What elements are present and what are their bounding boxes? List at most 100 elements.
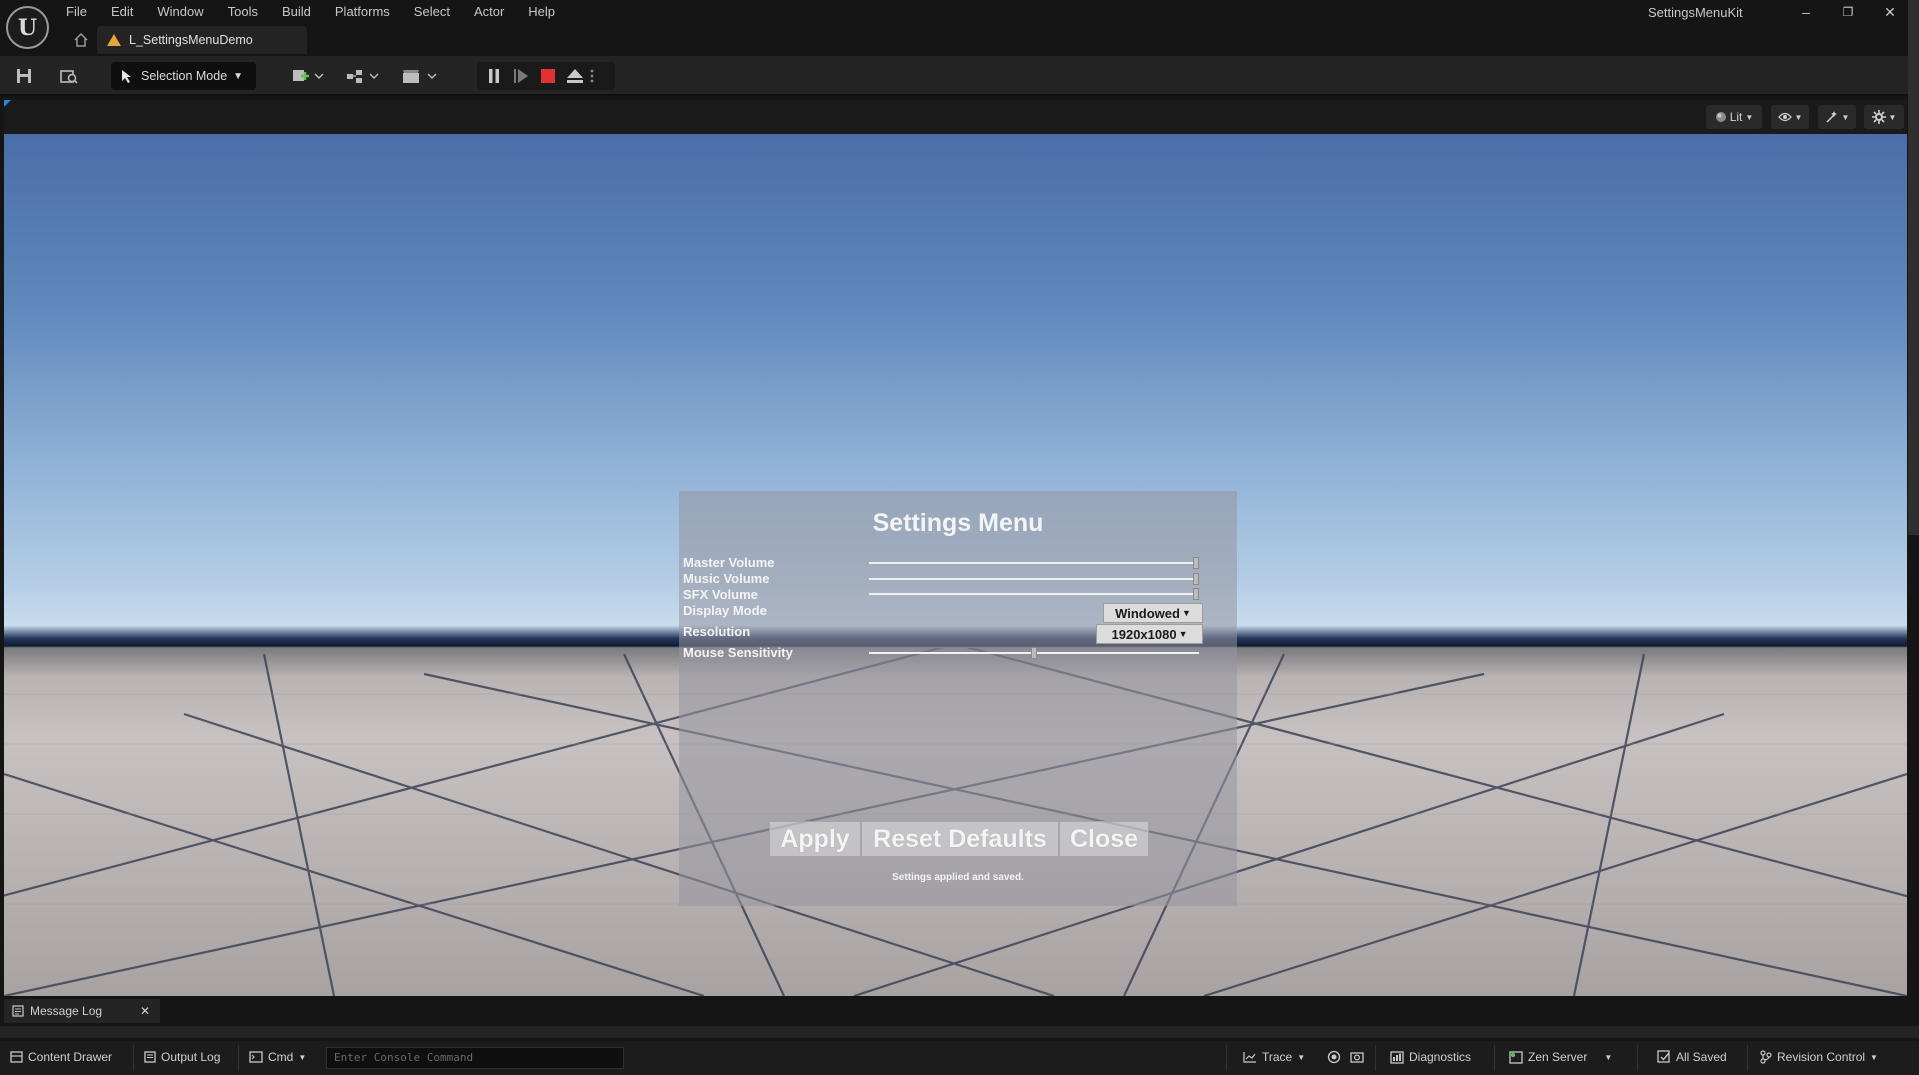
chevron-down-icon: ▼ — [298, 1052, 307, 1062]
diagnostics-button[interactable]: Diagnostics — [1390, 1050, 1471, 1064]
content-drawer-label: Content Drawer — [28, 1050, 113, 1064]
display-mode-combobox[interactable]: Windowed ▼ — [1103, 603, 1203, 623]
revision-control-dropdown[interactable]: Revision Control ▼ — [1760, 1050, 1878, 1064]
menu-select[interactable]: Select — [402, 3, 462, 21]
level-viewport[interactable]: Settings Menu Master Volume Music Volume… — [4, 134, 1907, 996]
save-icon[interactable] — [12, 64, 36, 88]
mouse-sensitivity-label: Mouse Sensitivity — [683, 645, 793, 660]
divider — [1226, 1045, 1227, 1071]
cursor-icon — [122, 70, 131, 83]
view-mode-dropdown[interactable]: Lit ▼ — [1706, 105, 1762, 129]
mouse-sensitivity-slider[interactable] — [869, 647, 1199, 659]
output-log-button[interactable]: Output Log — [144, 1050, 220, 1064]
close-icon[interactable]: ✕ — [140, 1004, 150, 1018]
slider-handle[interactable] — [1031, 647, 1037, 659]
wand-icon — [1826, 111, 1837, 123]
message-log-label: Message Log — [30, 1004, 103, 1018]
level-tab[interactable]: L_SettingsMenuDemo — [97, 26, 307, 54]
stop-icon[interactable] — [536, 64, 560, 88]
slider-handle[interactable] — [1193, 557, 1199, 569]
selection-mode-label: Selection Mode — [141, 69, 228, 83]
eject-icon[interactable] — [563, 64, 587, 88]
menu-help[interactable]: Help — [516, 3, 567, 21]
content-drawer-button[interactable]: Content Drawer — [10, 1050, 112, 1064]
chevron-down-icon: ▼ — [1841, 112, 1850, 122]
screenshot-button[interactable] — [1350, 1050, 1364, 1063]
record-trace-button[interactable] — [1327, 1050, 1341, 1064]
cmd-dropdown[interactable]: Cmd ▼ — [249, 1050, 306, 1064]
play-controls — [477, 62, 615, 90]
console-command-input[interactable]: Enter Console Command — [326, 1047, 624, 1069]
chevron-down-icon: ▼ — [1870, 1052, 1878, 1062]
restore-button[interactable]: ❐ — [1828, 0, 1868, 24]
master-volume-label: Master Volume — [683, 555, 775, 570]
reset-defaults-button[interactable]: Reset Defaults — [861, 821, 1059, 857]
show-flags-button[interactable]: ▼ — [1771, 105, 1809, 129]
slider-handle[interactable] — [1193, 588, 1199, 600]
log-icon — [12, 1005, 24, 1017]
menu-build[interactable]: Build — [270, 3, 323, 21]
master-volume-slider[interactable] — [869, 557, 1199, 569]
zen-server-dropdown[interactable]: Zen Server ▼ — [1509, 1050, 1612, 1064]
apply-button[interactable]: Apply — [769, 821, 861, 857]
chevron-down-icon: ▼ — [1297, 1052, 1306, 1062]
main-toolbar: Selection Mode ▼ — [0, 56, 1919, 96]
menu-actor[interactable]: Actor — [462, 3, 516, 21]
viewport-corner-icon — [4, 100, 11, 107]
menu-window[interactable]: Window — [145, 3, 215, 21]
slider-handle[interactable] — [1193, 573, 1199, 585]
project-name: SettingsMenuKit — [1648, 5, 1743, 20]
viewport-settings-button[interactable]: ▼ — [1864, 105, 1904, 129]
save-all-button[interactable]: All Saved — [1657, 1050, 1727, 1064]
trace-label: Trace — [1262, 1050, 1293, 1064]
message-log-tabbar: Message Log ✕ — [0, 996, 1919, 1026]
add-actor-icon[interactable] — [290, 64, 326, 88]
menu-file[interactable]: File — [56, 3, 99, 21]
record-icon — [1327, 1050, 1341, 1064]
browse-icon[interactable] — [57, 64, 81, 88]
trace-dropdown[interactable]: Trace ▼ — [1243, 1050, 1305, 1064]
divider — [1494, 1045, 1495, 1071]
drawer-icon — [10, 1051, 23, 1063]
music-volume-slider[interactable] — [869, 573, 1199, 585]
zen-server-label: Zen Server — [1528, 1050, 1588, 1064]
scalability-button[interactable]: ▼ — [1818, 105, 1856, 129]
display-mode-value: Windowed — [1115, 605, 1180, 621]
frame-skip-icon[interactable] — [509, 64, 533, 88]
settings-title: Settings Menu — [872, 509, 1044, 537]
saved-icon — [1657, 1050, 1670, 1063]
pause-icon[interactable] — [482, 64, 506, 88]
menu-tools[interactable]: Tools — [216, 3, 270, 21]
chevron-down-icon: ▼ — [1745, 112, 1754, 122]
blueprint-icon[interactable] — [345, 64, 381, 88]
message-log-body — [0, 1026, 1919, 1038]
vertical-scrollbar[interactable] — [1908, 0, 1919, 535]
status-message: Settings applied and saved. — [892, 872, 1024, 883]
cinematics-icon[interactable] — [401, 64, 439, 88]
unreal-logo-icon[interactable]: U — [6, 6, 49, 49]
chevron-down-icon: ▼ — [1794, 112, 1803, 122]
zen-server-icon — [1509, 1050, 1523, 1064]
resolution-combobox[interactable]: 1920x1080 ▼ — [1096, 624, 1203, 644]
divider — [133, 1045, 134, 1071]
sphere-icon — [1715, 112, 1726, 122]
display-mode-label: Display Mode — [683, 603, 767, 618]
sfx-volume-slider[interactable] — [869, 588, 1199, 600]
branch-icon — [1760, 1050, 1772, 1064]
terminal-icon — [249, 1051, 263, 1063]
menu-edit[interactable]: Edit — [99, 3, 145, 21]
eye-icon — [1777, 112, 1792, 122]
close-window-button[interactable]: ✕ — [1870, 0, 1910, 24]
close-button[interactable]: Close — [1059, 821, 1149, 857]
selection-mode-dropdown[interactable]: Selection Mode ▼ — [111, 62, 256, 90]
chevron-down-icon: ▼ — [1181, 608, 1191, 618]
home-icon[interactable] — [72, 32, 90, 48]
output-log-icon — [144, 1051, 156, 1063]
message-log-tab[interactable]: Message Log ✕ — [4, 999, 160, 1023]
minimize-button[interactable]: – — [1786, 0, 1826, 24]
all-saved-label: All Saved — [1676, 1050, 1727, 1064]
output-log-label: Output Log — [161, 1050, 221, 1064]
menu-platforms[interactable]: Platforms — [323, 3, 402, 21]
gear-icon — [1871, 110, 1886, 124]
more-options-icon[interactable] — [585, 64, 599, 88]
